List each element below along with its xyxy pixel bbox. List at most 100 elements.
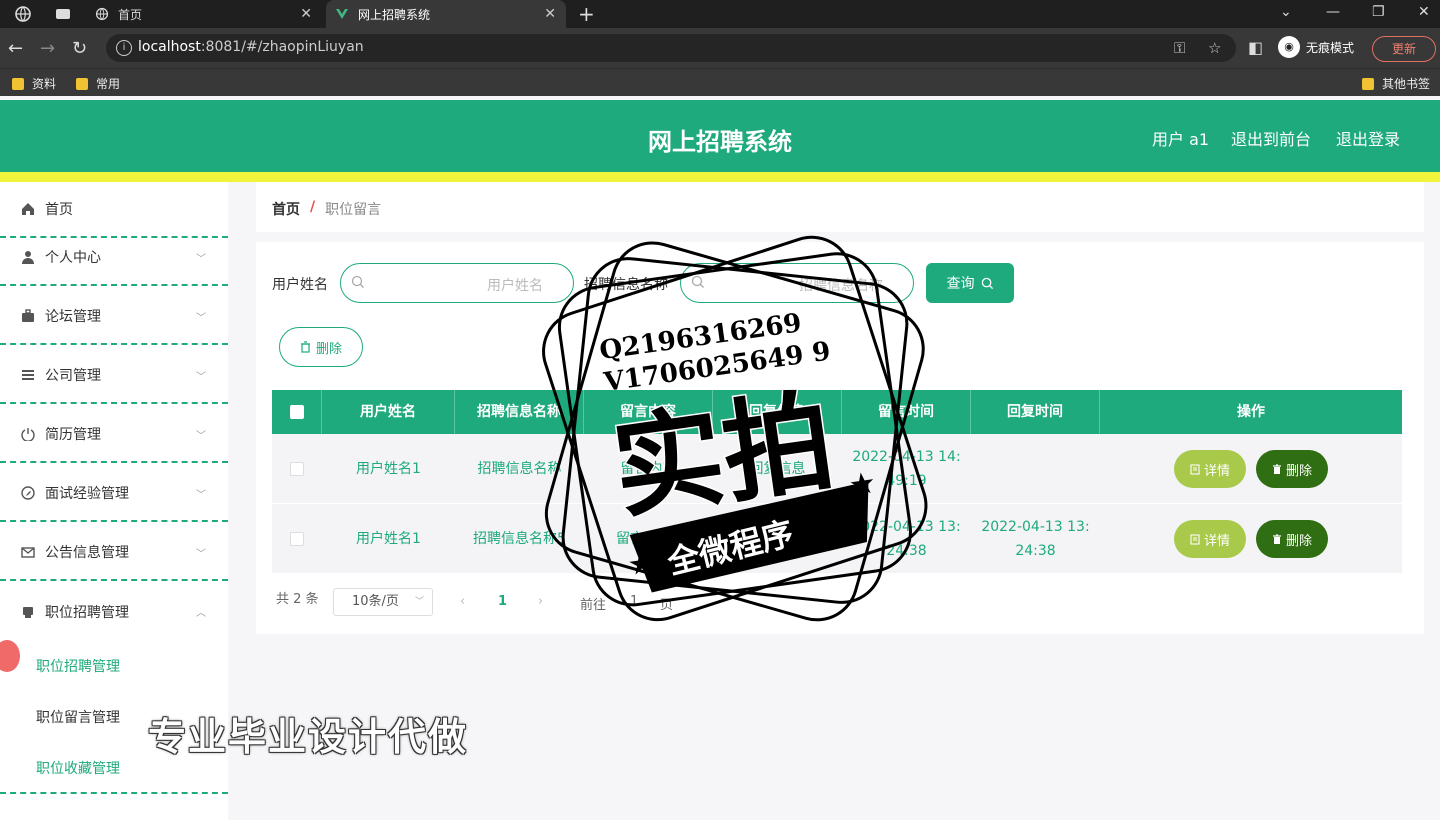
watermark-bottom-text: 专业毕业设计代做 [148,715,469,759]
page-number[interactable]: 1 [498,594,507,609]
close-icon[interactable]: ✕ [544,6,556,22]
search-user-label: 用户姓名 [272,277,328,293]
batch-delete-button[interactable]: 删除 [279,327,363,367]
reload-icon[interactable]: ↻ [72,38,87,59]
batch-delete-label: 删除 [315,341,342,357]
detail-button[interactable]: 详情 [1174,520,1246,558]
folder-icon [1362,77,1374,90]
new-tab-icon[interactable]: + [578,2,595,26]
page-size-select[interactable]: 10条/页 ﹀ [333,588,433,616]
time-line-1: 2022-04-13 13: [852,519,961,535]
detail-label: 详情 [1203,533,1230,549]
info-icon[interactable]: i [116,40,132,56]
goto-page-input[interactable]: 1 [630,594,638,609]
select-all-checkbox[interactable] [290,405,304,419]
url-path: :8081/#/zhaopinLiuyan [200,39,364,55]
printer-icon [20,604,36,620]
tab-label: 网上招聘系统 [358,7,431,22]
sidebar-item-interview[interactable]: 面试经验管理 ﹀ [0,466,228,522]
restore-icon[interactable]: ❐ [1372,4,1385,20]
browser-tab-bar: 首页 ✕ 网上招聘系统 ✕ + ⌄ — ❐ ✕ [0,0,1440,28]
sidebar-item-announcement[interactable]: 公告信息管理 ﹀ [0,525,228,581]
search-icon [981,277,993,289]
back-to-front-link[interactable]: 退出到前台 [1231,126,1311,150]
cell-reply: 回复信息5 [745,531,810,547]
url-host: localhost [138,39,201,55]
breadcrumb-card: 首页 / 职位留言 [256,182,1424,232]
close-icon[interactable]: ✕ [300,6,312,22]
sidebar-item-personal[interactable]: 个人中心 ﹀ [0,230,228,286]
sidebar-item-label: 论坛管理 [45,309,101,325]
cell-reply-time [971,434,1100,504]
sidebar-item-resume[interactable]: 简历管理 ﹀ [0,407,228,463]
mail-icon [20,544,36,560]
detail-button[interactable]: 详情 [1174,450,1246,488]
sidebar-item-job[interactable]: 职位招聘管理 ︿ [0,584,228,640]
header-accent-strip [0,172,1440,182]
time-line-1: 2022-04-13 13: [981,519,1090,535]
submenu-job-favorite[interactable]: 职位收藏管理 [36,758,120,778]
sidebar-item-forum[interactable]: 论坛管理 ﹀ [0,289,228,345]
column-header: 回复时间 [971,390,1100,434]
browser-globe-icon[interactable] [14,5,32,23]
breadcrumb-home[interactable]: 首页 [272,199,300,219]
sidebar-item-label: 公告信息管理 [45,545,129,561]
tab-list-chevron-icon[interactable]: ⌄ [1280,4,1292,20]
list-icon [20,367,36,383]
query-button[interactable]: 查询 [926,263,1014,303]
submenu-job-recruit[interactable]: 职位招聘管理 [36,656,120,676]
sidebar-divider [0,792,228,794]
bookmark-label: 常用 [96,77,121,91]
window-close-icon[interactable]: ✕ [1418,4,1430,20]
minimize-icon[interactable]: — [1326,4,1340,20]
column-header: 用户姓名 [322,390,455,434]
sidebar-item-label: 公司管理 [45,368,101,384]
bookmark-folder-ziliao[interactable]: 资料 [12,75,56,92]
delete-button[interactable]: 删除 [1256,520,1328,558]
search-job-input[interactable]: 招聘信息名称 [680,263,914,303]
logout-link[interactable]: 退出登录 [1336,126,1400,150]
cell-message-time: 2022-04-13 14: 49:19 [842,434,971,504]
key-icon[interactable]: ⚿ [1174,39,1185,57]
breadcrumb: 首页 / 职位留言 [272,199,381,219]
url-field[interactable]: i localhost:8081/#/zhaopinLiuyan ⚿ ☆ [106,34,1236,62]
vue-logo-icon [334,6,350,22]
row-checkbox[interactable] [290,532,304,546]
forward-arrow-icon[interactable]: → [40,38,55,59]
tab-home[interactable]: 首页 ✕ [86,0,322,28]
back-arrow-icon[interactable]: ← [8,38,23,59]
sidebar-item-label: 个人中心 [45,250,101,266]
page-size-value: 10条/页 [352,594,399,609]
sidebar-item-company[interactable]: 公司管理 ﹀ [0,348,228,404]
chevron-down-icon: ﹀ [196,549,206,560]
tab-recruit-system[interactable]: 网上招聘系统 ✕ [326,0,566,28]
table-row: 用户姓名1 招聘信息名称5 留言内容5 回复信息5 2022-04-13 13:… [272,504,1402,574]
sidebar-item-label: 面试经验管理 [45,486,129,502]
row-checkbox[interactable] [290,462,304,476]
table-row: 用户姓名1 招聘信息名称 留言内容 回复信息 2022-04-13 14: 49… [272,434,1402,504]
tab-search-icon[interactable] [54,5,72,23]
incognito-profile[interactable]: ◉ 无痕模式 [1278,36,1354,58]
update-button[interactable]: 更新 [1372,36,1436,62]
address-bar: ← → ↻ i localhost:8081/#/zhaopinLiuyan ⚿… [0,28,1440,68]
tab-label: 首页 [118,7,143,22]
column-header: 回复信息 [713,390,842,434]
prev-page-icon[interactable]: ‹ [460,594,465,609]
cell-reply-time: 2022-04-13 13: 24:38 [971,504,1100,574]
bookmark-folder-changyong[interactable]: 常用 [76,75,120,92]
delete-label: 删除 [1285,463,1312,479]
cell-message-time: 2022-04-13 13: 24:38 [842,504,971,574]
table-header: 用户姓名 招聘信息名称 留言内容 回复信息 留言时间 回复时间 操作 [272,390,1402,434]
search-user-input[interactable]: 用户姓名 [340,263,574,303]
next-page-icon[interactable]: › [538,594,543,609]
star-icon[interactable]: ☆ [1208,39,1221,57]
document-icon [1190,533,1200,545]
sidepanel-icon[interactable]: ◧ [1248,38,1263,57]
cell-job: 招聘信息名称 [477,461,562,477]
user-icon [20,249,36,265]
delete-button[interactable]: 删除 [1256,450,1328,488]
briefcase-icon [20,308,36,324]
bookmark-label: 资料 [32,77,57,91]
submenu-job-message[interactable]: 职位留言管理 [36,707,120,727]
bookmark-folder-other[interactable]: 其他书签 [1362,75,1430,92]
